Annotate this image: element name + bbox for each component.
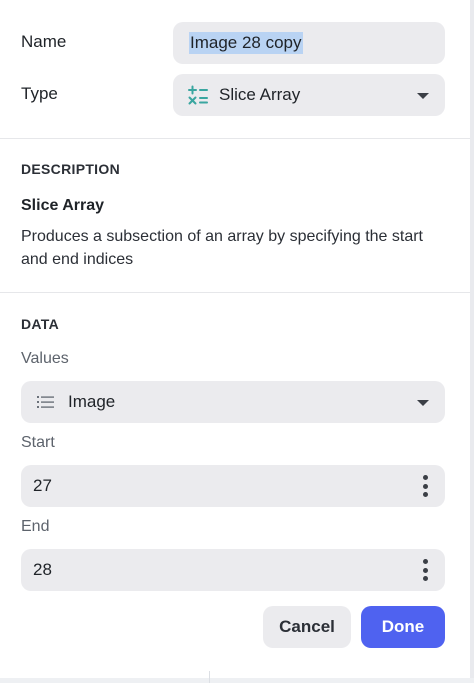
panel-edge — [209, 671, 210, 683]
divider — [0, 292, 474, 293]
name-input-value[interactable]: Image 28 copy — [189, 32, 303, 54]
end-input-value[interactable]: 28 — [33, 560, 52, 580]
type-select[interactable]: Slice Array — [173, 74, 445, 116]
slice-array-node-panel: Name Image 28 copy Type Slice Array DESC… — [0, 0, 474, 683]
values-label: Values — [21, 350, 69, 367]
more-options-icon[interactable] — [422, 559, 428, 581]
data-heading: DATA — [21, 316, 60, 332]
name-row: Name — [21, 32, 66, 52]
values-select[interactable]: Image — [21, 381, 445, 423]
values-select-value: Image — [68, 392, 116, 411]
end-label: End — [21, 518, 50, 535]
type-select-value: Slice Array — [219, 85, 301, 104]
start-label: Start — [21, 434, 55, 451]
type-row: Type — [21, 84, 58, 104]
name-input[interactable]: Image 28 copy — [173, 22, 445, 64]
name-label: Name — [21, 32, 67, 51]
panel-edge — [0, 678, 474, 683]
done-button[interactable]: Done — [361, 606, 445, 648]
end-input[interactable]: 28 — [21, 549, 445, 591]
math-operators-icon — [187, 85, 209, 105]
divider — [0, 138, 474, 139]
chevron-down-icon[interactable] — [417, 93, 429, 99]
chevron-down-icon[interactable] — [417, 400, 429, 406]
cancel-button[interactable]: Cancel — [263, 606, 351, 648]
description-body: Produces a subsection of an array by spe… — [21, 228, 423, 268]
panel-edge — [470, 0, 474, 683]
start-input-value[interactable]: 27 — [33, 476, 52, 496]
more-options-icon[interactable] — [422, 475, 428, 497]
list-icon — [37, 394, 55, 410]
type-label: Type — [21, 84, 58, 103]
start-input[interactable]: 27 — [21, 465, 445, 507]
description-heading: DESCRIPTION — [21, 161, 120, 177]
description-title: Slice Array — [21, 197, 105, 214]
